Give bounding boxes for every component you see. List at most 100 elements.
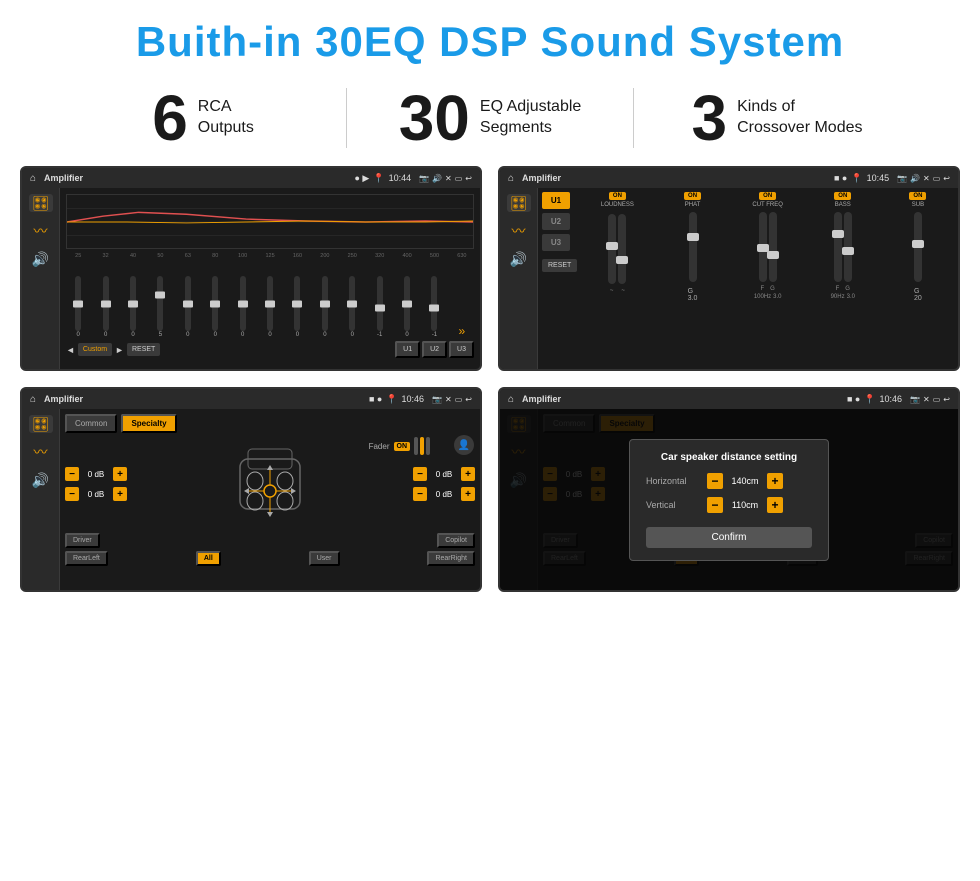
dsp-loudness-slider-2[interactable] — [618, 214, 626, 284]
fader-sidebar-icon-2[interactable]: 〰 — [29, 443, 53, 461]
dsp-back-icon[interactable]: ↩ — [943, 174, 950, 183]
eq-mode-buttons: U1 U2 U3 — [395, 341, 474, 358]
eq-graph — [66, 194, 474, 249]
dsp-phat-on[interactable]: ON — [684, 192, 701, 200]
back-icon[interactable]: ↩ — [465, 174, 472, 183]
stat-rca-number: 6 — [152, 86, 188, 150]
dsp-cutfreq-slider-g[interactable] — [769, 212, 777, 282]
fader-screen-title: Amplifier — [44, 394, 365, 404]
dsp-phat-slider[interactable] — [689, 212, 697, 282]
fader-slider-3[interactable] — [426, 437, 430, 455]
fader-driver-button[interactable]: Driver — [65, 533, 100, 548]
dsp-loudness-slider-1[interactable] — [608, 214, 616, 284]
fader-all-button[interactable]: All — [196, 551, 221, 566]
dist-minimize-icon: ▭ — [933, 395, 941, 404]
fader-sidebar-icon-3[interactable]: 🔊 — [29, 471, 53, 489]
dsp-bass-slider-g[interactable] — [844, 212, 852, 282]
freq-250: 250 — [340, 253, 364, 259]
home-icon[interactable]: ⌂ — [30, 173, 36, 184]
dsp-sidebar-icon-2[interactable]: 〰 — [507, 222, 531, 240]
modal-horizontal-control: − 140cm + — [707, 473, 783, 489]
dsp-u3-button[interactable]: U3 — [542, 234, 570, 251]
dsp-sidebar-icon-1[interactable]: 🎛 — [507, 194, 531, 212]
dsp-cutfreq-val: 3.0 — [773, 294, 781, 300]
fader-copilot-button[interactable]: Copilot — [437, 533, 475, 548]
db-control-1: − 0 dB + — [65, 467, 127, 481]
fader-back-icon[interactable]: ↩ — [465, 395, 472, 404]
db-plus-1[interactable]: + — [113, 467, 127, 481]
dist-status-bar: ⌂ Amplifier ■ ● 📍 10:46 📷 ✕ ▭ ↩ — [500, 389, 958, 409]
eq-scroll-right[interactable]: » — [459, 324, 466, 338]
eq-u1-button[interactable]: U1 — [395, 341, 420, 358]
db-control-4: − 0 dB + — [413, 487, 475, 501]
freq-160: 160 — [285, 253, 309, 259]
fader-home-icon[interactable]: ⌂ — [30, 394, 36, 405]
dist-time: 10:46 — [880, 394, 903, 404]
dsp-u2-button[interactable]: U2 — [542, 213, 570, 230]
fader-common-tab[interactable]: Common — [65, 414, 117, 433]
eq-reset-button[interactable]: RESET — [127, 343, 160, 356]
fader-rearleft-button[interactable]: RearLeft — [65, 551, 108, 566]
fader-specialty-tab[interactable]: Specialty — [121, 414, 176, 433]
db-minus-4[interactable]: − — [413, 487, 427, 501]
modal-vertical-plus[interactable]: + — [767, 497, 783, 513]
distance-modal-overlay: Car speaker distance setting Horizontal … — [500, 409, 958, 590]
db-plus-4[interactable]: + — [461, 487, 475, 501]
dsp-phat-label: PHAT — [685, 202, 701, 208]
fader-slider-2[interactable] — [420, 437, 424, 455]
dsp-sub-on[interactable]: ON — [909, 192, 926, 200]
dsp-phat-val: 3.0 — [688, 295, 698, 302]
eq-freq-labels: 25 32 40 50 63 80 100 125 160 200 250 32… — [66, 253, 474, 259]
eq-sidebar-icon-1[interactable]: 🎛 — [29, 194, 53, 212]
db-minus-1[interactable]: − — [65, 467, 79, 481]
fader-profile-icon[interactable]: 👤 — [454, 435, 474, 455]
modal-horizontal-plus[interactable]: + — [767, 473, 783, 489]
modal-horizontal-minus[interactable]: − — [707, 473, 723, 489]
dsp-u1-button[interactable]: U1 — [542, 192, 570, 209]
fader-camera-icon: 📷 — [432, 395, 442, 404]
eq-u3-button[interactable]: U3 — [449, 341, 474, 358]
eq-custom-button[interactable]: Custom — [78, 343, 112, 356]
dsp-home-icon[interactable]: ⌂ — [508, 173, 514, 184]
dsp-close-icon: ✕ — [923, 174, 930, 183]
dist-back-icon[interactable]: ↩ — [943, 395, 950, 404]
dsp-cutfreq-on[interactable]: ON — [759, 192, 776, 200]
fader-right-db: − 0 dB + − 0 dB + — [413, 467, 475, 501]
fader-minimize-icon: ▭ — [455, 395, 463, 404]
fader-h-sliders — [414, 437, 430, 455]
eq-sidebar-icon-3[interactable]: 🔊 — [29, 250, 53, 268]
fader-sidebar-icon-1[interactable]: 🎛 — [29, 415, 53, 433]
eq-slider-0: 0 — [66, 276, 90, 338]
fader-slider-1[interactable] — [414, 437, 418, 455]
modal-vertical-minus[interactable]: − — [707, 497, 723, 513]
eq-bottom-bar: ◄ Custom ► RESET U1 U2 U3 — [66, 341, 474, 358]
eq-u2-button[interactable]: U2 — [422, 341, 447, 358]
dsp-bass-slider-f[interactable] — [834, 212, 842, 282]
fader-dot: ■ ● — [369, 394, 382, 404]
eq-next-button[interactable]: ► — [115, 345, 124, 355]
eq-track-0[interactable] — [75, 276, 81, 331]
db-minus-2[interactable]: − — [65, 487, 79, 501]
dsp-reset-button[interactable]: RESET — [542, 259, 577, 272]
dsp-loudness-on[interactable]: ON — [609, 192, 626, 200]
modal-confirm-button[interactable]: Confirm — [646, 527, 812, 548]
dsp-bass-g: G — [845, 286, 850, 292]
dist-home-icon[interactable]: ⌂ — [508, 394, 514, 405]
fader-user-button[interactable]: User — [309, 551, 340, 566]
db-minus-3[interactable]: − — [413, 467, 427, 481]
dsp-bass-on[interactable]: ON — [834, 192, 851, 200]
fader-main: Common Specialty Fader ON 👤 — [60, 409, 480, 590]
dsp-loudness-val-2: ~ — [621, 288, 625, 294]
eq-sidebar-icon-2[interactable]: 〰 — [29, 222, 53, 240]
stat-crossover-number: 3 — [692, 86, 728, 150]
fader-rearright-button[interactable]: RearRight — [427, 551, 475, 566]
dsp-sub-slider[interactable] — [914, 212, 922, 282]
eq-prev-button[interactable]: ◄ — [66, 345, 75, 355]
dsp-sidebar-icon-3[interactable]: 🔊 — [507, 250, 531, 268]
dsp-bass-val: 3.0 — [847, 294, 855, 300]
db-plus-2[interactable]: + — [113, 487, 127, 501]
eq-sidebar: 🎛 〰 🔊 — [22, 188, 60, 369]
db-plus-3[interactable]: + — [461, 467, 475, 481]
stat-crossover: 3 Kinds ofCrossover Modes — [634, 86, 920, 150]
dsp-cutfreq-slider-f[interactable] — [759, 212, 767, 282]
